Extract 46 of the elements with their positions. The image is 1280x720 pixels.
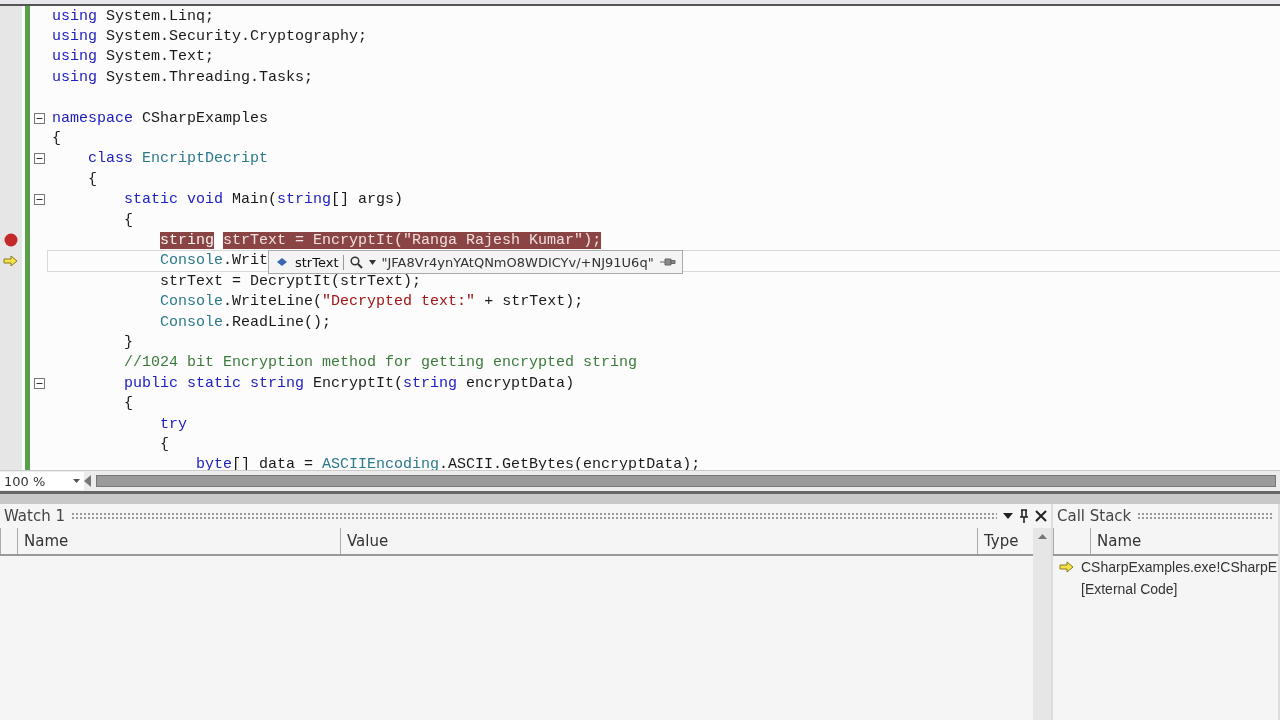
code-line: { bbox=[87, 170, 98, 188]
code-line: using System.Linq; bbox=[52, 7, 215, 25]
panel-title: Call Stack bbox=[1057, 507, 1132, 525]
column-header[interactable]: Name bbox=[17, 528, 340, 554]
code-line: string strText = EncryptIt("Ranga Rajesh Kumar"); bbox=[159, 232, 602, 249]
code-line: namespace CSharpExamples bbox=[52, 109, 269, 127]
caret-icon[interactable] bbox=[368, 259, 376, 265]
code-line: using System.Threading.Tasks; bbox=[52, 68, 314, 86]
code-line: static void Main(string[] args) bbox=[123, 191, 404, 209]
code-line: } bbox=[123, 333, 134, 351]
field-icon bbox=[275, 256, 289, 268]
stack-frame: [External Code] bbox=[1081, 581, 1178, 597]
collapse-icon[interactable] bbox=[33, 377, 45, 389]
code-line: { bbox=[52, 130, 61, 148]
column-header[interactable]: Value bbox=[340, 528, 977, 554]
collapse-icon[interactable] bbox=[33, 153, 45, 165]
variable-name: strText bbox=[295, 254, 344, 270]
code-line: strText = DecryptIt(strText); bbox=[159, 272, 422, 290]
column-header[interactable]: Name bbox=[1090, 528, 1278, 554]
horizontal-scrollbar[interactable] bbox=[96, 475, 1276, 487]
stack-frame: CSharpExamples.exe!CSharpE bbox=[1081, 559, 1278, 575]
splitter-bar[interactable] bbox=[0, 491, 1280, 504]
scroll-up-icon[interactable] bbox=[1037, 534, 1047, 539]
collapse-icon[interactable] bbox=[33, 194, 45, 206]
code-line: { bbox=[123, 395, 134, 413]
code-line: public static string EncryptIt(string encryptData) bbox=[123, 374, 575, 392]
code-line: Console.Writ bbox=[159, 252, 269, 270]
variable-value: "JFA8Vr4ynYAtQNmO8WDICYv/+NJ91U6q" bbox=[381, 254, 654, 270]
code-line: class EncriptDecript bbox=[87, 150, 269, 168]
zoom-dropdown[interactable]: 100 % bbox=[0, 472, 84, 490]
pin-icon[interactable] bbox=[1019, 509, 1029, 523]
panel-title: Watch 1 bbox=[4, 507, 65, 525]
code-line: using System.Security.Cryptography; bbox=[52, 28, 368, 46]
code-line: //1024 bit Encryption method for getting encrypted string bbox=[123, 354, 638, 372]
code-line: try bbox=[159, 415, 188, 433]
code-line: { bbox=[123, 211, 134, 229]
breakpoint-icon[interactable] bbox=[4, 233, 18, 248]
code-line: using System.Text; bbox=[52, 48, 215, 66]
code-line: Console.WriteLine("Decrypted text:" + strText); bbox=[159, 293, 584, 311]
search-icon[interactable] bbox=[349, 255, 363, 269]
code-line: Console.ReadLine(); bbox=[159, 313, 332, 331]
caret-icon bbox=[73, 479, 80, 483]
close-icon[interactable] bbox=[1035, 510, 1047, 522]
dropdown-icon[interactable] bbox=[1003, 513, 1013, 519]
collapse-icon[interactable] bbox=[33, 112, 45, 124]
code-line: { bbox=[159, 435, 170, 453]
